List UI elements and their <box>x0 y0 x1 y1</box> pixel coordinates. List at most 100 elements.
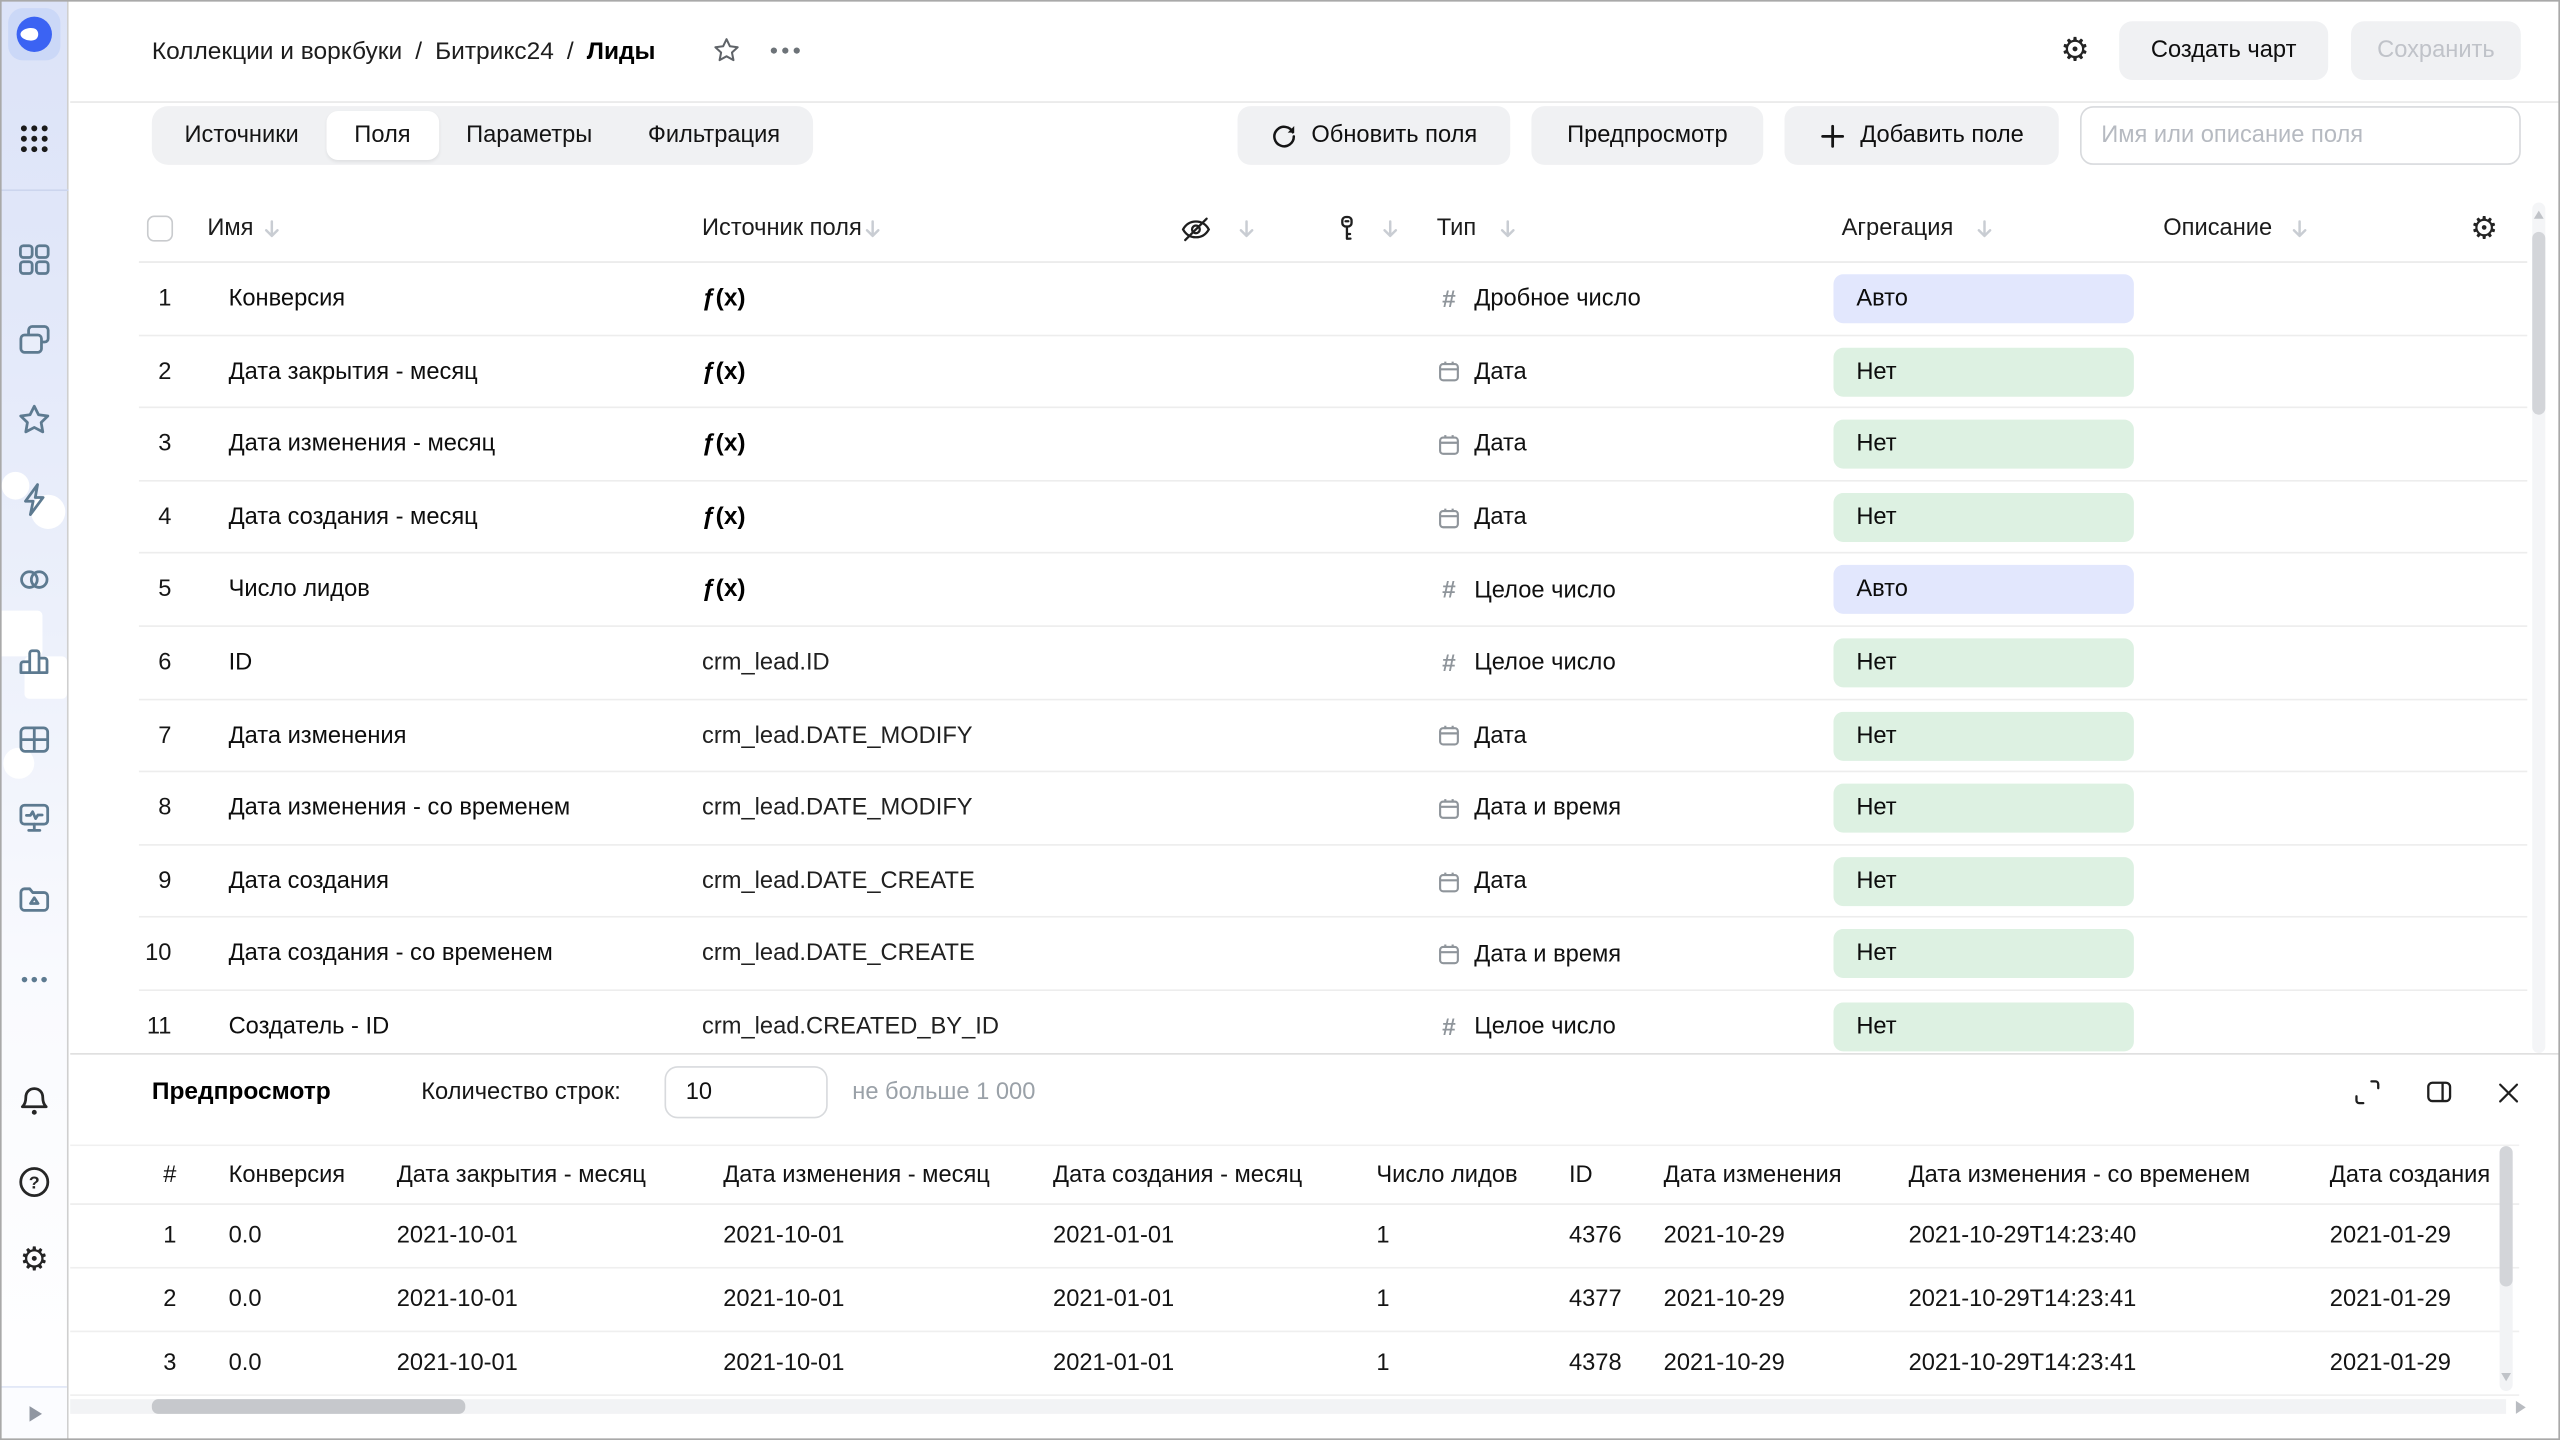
expand-preview-icon[interactable] <box>2351 1076 2384 1109</box>
preview-cell: 2021-10-01 <box>723 1205 844 1269</box>
preview-cell: 2021-10-29 <box>1664 1269 1785 1333</box>
favorite-star-icon[interactable] <box>710 34 743 67</box>
select-all-checkbox[interactable] <box>147 216 173 242</box>
aggregation-select[interactable]: Нет <box>1833 1002 2133 1051</box>
hidden-column-eye-off-icon[interactable] <box>1179 212 1213 246</box>
aggregation-select[interactable]: Авто <box>1833 274 2133 323</box>
preview-horizontal-scrollbar[interactable] <box>70 1399 2506 1414</box>
tab-filtering[interactable]: Фильтрация <box>620 111 808 160</box>
help-question-icon[interactable]: ? <box>16 1164 52 1200</box>
datalens-logo[interactable] <box>8 8 60 60</box>
preview-column-header[interactable]: # <box>163 1146 176 1205</box>
tab-fields[interactable]: Поля <box>327 111 439 160</box>
scrollbar-thumb[interactable] <box>2532 232 2545 415</box>
field-type: Дата <box>1437 408 1527 481</box>
sort-down-icon[interactable] <box>1380 219 1401 240</box>
row-count-input[interactable] <box>664 1066 827 1118</box>
tab-parameters[interactable]: Параметры <box>438 111 620 160</box>
sort-down-icon[interactable] <box>1497 219 1518 240</box>
field-row[interactable]: 9Дата созданияcrm_lead.DATE_CREATEДатаНе… <box>139 845 2528 918</box>
column-header-description[interactable]: Описание <box>2163 196 2272 263</box>
preview-column-header[interactable]: Дата изменения <box>1664 1146 1842 1205</box>
dataset-settings-gear-icon[interactable]: ⚙ <box>2060 34 2089 68</box>
sort-down-icon[interactable] <box>1974 219 1995 240</box>
table-settings-gear-icon[interactable]: ⚙ <box>2470 214 2498 247</box>
monitoring-screen-icon[interactable] <box>16 800 52 836</box>
breadcrumb-root[interactable]: Коллекции и воркбуки <box>152 37 402 65</box>
preview-column-header[interactable]: Дата закрытия - месяц <box>397 1146 646 1205</box>
favorites-star-icon[interactable] <box>16 402 52 438</box>
column-header-source[interactable]: Источник поля <box>702 196 862 263</box>
apps-grid-icon[interactable] <box>16 121 52 157</box>
refresh-fields-button[interactable]: Обновить поля <box>1238 106 1511 165</box>
scroll-right-arrow[interactable] <box>2516 1400 2526 1413</box>
field-row[interactable]: 1Конверсияƒ(x)#Дробное числоАвто <box>139 263 2528 336</box>
aggregation-select[interactable]: Авто <box>1833 566 2133 615</box>
save-button[interactable]: Сохранить <box>2351 21 2521 80</box>
aggregation-select[interactable]: Нет <box>1833 347 2133 396</box>
column-header-type[interactable]: Тип <box>1437 196 1476 263</box>
sort-down-icon[interactable] <box>2289 219 2310 240</box>
aggregation-select[interactable]: Нет <box>1833 638 2133 687</box>
scrollbar-thumb[interactable] <box>152 1399 465 1414</box>
more-dots-icon[interactable] <box>16 962 52 998</box>
aggregation-select[interactable]: Нет <box>1833 784 2133 833</box>
fields-table-scrollbar[interactable] <box>2532 202 2545 1053</box>
navigation-squares-icon[interactable] <box>16 242 52 278</box>
preview-row: 10.02021-10-012021-10-012021-01-01143762… <box>70 1205 2519 1269</box>
breadcrumb-workbook[interactable]: Битрикс24 <box>435 37 554 65</box>
more-actions-icon[interactable] <box>767 42 803 58</box>
field-row[interactable]: 6IDcrm_lead.ID#Целое числоНет <box>139 627 2528 700</box>
collections-icon[interactable] <box>16 322 52 358</box>
scrollbar-thumb[interactable] <box>2500 1146 2513 1286</box>
preview-column-header[interactable]: Дата создания <box>2330 1146 2490 1205</box>
split-view-icon[interactable] <box>2423 1076 2456 1109</box>
notifications-bell-icon[interactable] <box>16 1084 52 1120</box>
create-chart-button[interactable]: Создать чарт <box>2119 21 2328 80</box>
connections-circles-icon[interactable] <box>16 562 52 598</box>
column-header-name[interactable]: Имя <box>207 196 253 263</box>
sort-down-icon[interactable] <box>862 219 883 240</box>
dashboards-table-icon[interactable] <box>16 722 52 758</box>
field-row[interactable]: 5Число лидовƒ(x)#Целое числоАвто <box>139 554 2528 627</box>
field-row[interactable]: 3Дата изменения - месяцƒ(x)ДатаНет <box>139 408 2528 481</box>
field-row[interactable]: 11Создатель - IDcrm_lead.CREATED_BY_ID#Ц… <box>139 991 2528 1055</box>
preview-column-header[interactable]: Конверсия <box>229 1146 346 1205</box>
preview-column-header[interactable]: ID <box>1569 1146 1593 1205</box>
preview-row: 30.02021-10-012021-10-012021-01-01143782… <box>70 1332 2519 1396</box>
aggregation-select[interactable]: Нет <box>1833 857 2133 906</box>
preview-column-header[interactable]: Число лидов <box>1376 1146 1517 1205</box>
field-row[interactable]: 7Дата измененияcrm_lead.DATE_MODIFYДатаН… <box>139 700 2528 773</box>
aggregation-select[interactable]: Нет <box>1833 711 2133 760</box>
aggregation-select[interactable]: Нет <box>1833 420 2133 469</box>
sort-down-icon[interactable] <box>261 219 282 240</box>
field-search-input[interactable] <box>2080 106 2521 165</box>
field-row[interactable]: 2Дата закрытия - месяцƒ(x)ДатаНет <box>139 336 2528 409</box>
column-header-aggregation[interactable]: Агрегация <box>1842 196 1954 263</box>
aggregation-select[interactable]: Нет <box>1833 930 2133 979</box>
field-row[interactable]: 8Дата изменения - со временемcrm_lead.DA… <box>139 773 2528 846</box>
field-name: Конверсия <box>229 263 346 336</box>
preview-column-header[interactable]: Дата изменения - со временем <box>1909 1146 2251 1205</box>
preview-toggle-button[interactable]: Предпросмотр <box>1531 106 1763 165</box>
preview-vertical-scrollbar[interactable] <box>2500 1146 2513 1391</box>
field-row[interactable]: 4Дата создания - месяцƒ(x)ДатаНет <box>139 481 2528 554</box>
aggregation-select[interactable]: Нет <box>1833 493 2133 542</box>
field-row-number: 8 <box>139 773 172 846</box>
tab-sources[interactable]: Источники <box>157 111 327 160</box>
close-preview-icon[interactable] <box>2491 1076 2524 1109</box>
scroll-up-arrow[interactable] <box>2534 211 2544 219</box>
preview-column-header[interactable]: Дата изменения - месяц <box>723 1146 990 1205</box>
scroll-down-arrow[interactable] <box>2500 1373 2510 1381</box>
preview-column-header[interactable]: Дата создания - месяц <box>1053 1146 1302 1205</box>
settings-gear-icon[interactable]: ⚙ <box>16 1242 52 1278</box>
key-column-icon[interactable] <box>1331 212 1364 245</box>
field-row[interactable]: 10Дата создания - со временемcrm_lead.DA… <box>139 918 2528 991</box>
sort-down-icon[interactable] <box>1236 219 1257 240</box>
charts-bars-icon[interactable] <box>16 642 52 678</box>
add-field-button[interactable]: Добавить поле <box>1784 106 2058 165</box>
expand-sidebar-play-icon[interactable] <box>20 1401 46 1427</box>
storage-folder-icon[interactable] <box>16 880 52 916</box>
field-source: crm_lead.DATE_CREATE <box>702 918 975 991</box>
editor-lightning-icon[interactable] <box>16 482 52 518</box>
